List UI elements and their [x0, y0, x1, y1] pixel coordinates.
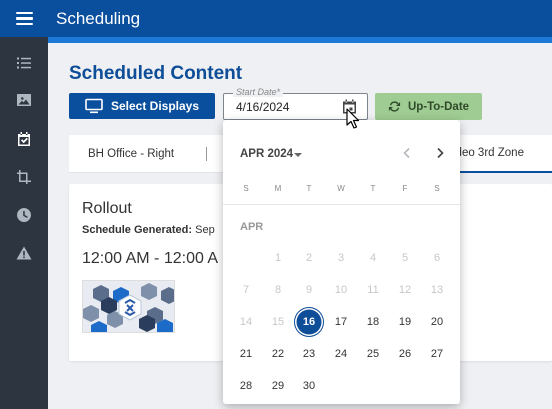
- caret-down-icon[interactable]: [294, 153, 302, 157]
- calendar-day[interactable]: 26: [391, 340, 419, 368]
- tab-video-3rd-zone[interactable]: ideo 3rd Zone: [453, 135, 552, 173]
- up-to-date-button[interactable]: Up-To-Date: [375, 93, 482, 120]
- page-title: Scheduled Content: [69, 63, 243, 84]
- top-bar: Scheduling: [0, 0, 552, 43]
- schedule-generated-label: Schedule Generated:: [82, 224, 193, 236]
- calendar-day[interactable]: 17: [327, 308, 355, 336]
- sidebar: [0, 37, 48, 409]
- weekday-header: S: [243, 184, 249, 193]
- weekday-header: T: [370, 184, 376, 193]
- calendar-day[interactable]: 23: [295, 340, 323, 368]
- schedule-generated-value: Sep: [195, 224, 215, 236]
- schedule-generated: Schedule Generated: Sep: [82, 224, 215, 236]
- calendar-day[interactable]: 24: [327, 340, 355, 368]
- calendar-day[interactable]: 29: [264, 372, 292, 400]
- calendar-day[interactable]: 25: [359, 340, 387, 368]
- sidebar-item-media[interactable]: [0, 82, 48, 118]
- calendar-divider: [223, 204, 460, 205]
- calendar-day-disabled: 9: [305, 284, 313, 296]
- sidebar-item-alerts[interactable]: [0, 235, 48, 271]
- tab-separator: [206, 147, 207, 161]
- calendar-day-disabled: 10: [334, 284, 348, 296]
- calendar-day[interactable]: 20: [423, 308, 451, 336]
- chevron-right-icon[interactable]: [434, 146, 446, 160]
- calendar-day-disabled: 8: [274, 284, 282, 296]
- app-title: Scheduling: [56, 9, 141, 28]
- sidebar-item-layout[interactable]: [0, 159, 48, 195]
- calendar-day[interactable]: 21: [232, 340, 260, 368]
- calendar-day[interactable]: 22: [264, 340, 292, 368]
- content-thumbnail[interactable]: [82, 280, 175, 333]
- tab-bh-office-right[interactable]: BH Office - Right: [88, 135, 174, 173]
- calendar-day-selected[interactable]: 16: [295, 308, 323, 336]
- menu-button[interactable]: [0, 0, 48, 37]
- hamburger-icon: [15, 11, 33, 26]
- calendar-check-icon: [18, 132, 30, 146]
- calendar-day-disabled: 4: [369, 252, 377, 264]
- chevron-left-icon[interactable]: [401, 146, 413, 160]
- warning-icon: [16, 246, 32, 260]
- weekday-header: W: [337, 184, 345, 193]
- calendar-day-disabled: 3: [337, 252, 345, 264]
- calendar-day-disabled: 13: [430, 284, 444, 296]
- hexagon-logo-image: [83, 281, 174, 332]
- card-title: Rollout: [82, 200, 132, 217]
- mouse-cursor-icon: [346, 108, 360, 129]
- weekday-header: T: [306, 184, 312, 193]
- list-icon: [17, 57, 31, 69]
- calendar-day[interactable]: 30: [295, 372, 323, 400]
- select-displays-label: Select Displays: [110, 99, 200, 113]
- calendar-day-disabled: 11: [367, 284, 379, 296]
- top-accent-bar: [48, 37, 552, 43]
- calendar-day-disabled: 6: [433, 252, 441, 264]
- refresh-icon: [388, 101, 401, 112]
- month-label: APR: [240, 221, 264, 233]
- image-icon: [17, 94, 31, 106]
- calendar-day[interactable]: 28: [232, 372, 260, 400]
- monitor-icon: [85, 98, 103, 114]
- sidebar-item-schedule[interactable]: [0, 121, 48, 157]
- calendar-day[interactable]: 19: [391, 308, 419, 336]
- calendar-day-disabled: 5: [401, 252, 409, 264]
- calendar-day[interactable]: 18: [359, 308, 387, 336]
- sidebar-item-history[interactable]: [0, 197, 48, 233]
- weekday-header: F: [402, 184, 408, 193]
- calendar-day-disabled: 12: [398, 284, 412, 296]
- calendar-day-disabled: 14: [239, 316, 253, 328]
- sidebar-item-list[interactable]: [0, 45, 48, 81]
- calendar-day[interactable]: 27: [423, 340, 451, 368]
- calendar-day-disabled: 7: [242, 284, 250, 296]
- calendar-day-disabled: 15: [271, 316, 285, 328]
- weekday-header: M: [274, 184, 282, 193]
- month-year-selector[interactable]: APR 2024: [240, 148, 293, 160]
- select-displays-button[interactable]: Select Displays: [69, 93, 215, 119]
- start-date-label: Start Date*: [233, 87, 284, 97]
- weekday-header: S: [434, 184, 440, 193]
- calendar-day-disabled: 1: [274, 252, 282, 264]
- calendar-day-disabled: 2: [305, 252, 313, 264]
- up-to-date-label: Up-To-Date: [407, 100, 470, 113]
- crop-icon: [17, 170, 31, 184]
- time-range: 12:00 AM - 12:00 A: [82, 250, 219, 267]
- start-date-value: 4/16/2024: [236, 100, 290, 114]
- clock-icon: [17, 208, 32, 222]
- date-picker-popup: APR 2024 SMTWTFS APR 1 2 3 4 5 6 7 8 9 10 11 12 13 14…: [223, 120, 460, 404]
